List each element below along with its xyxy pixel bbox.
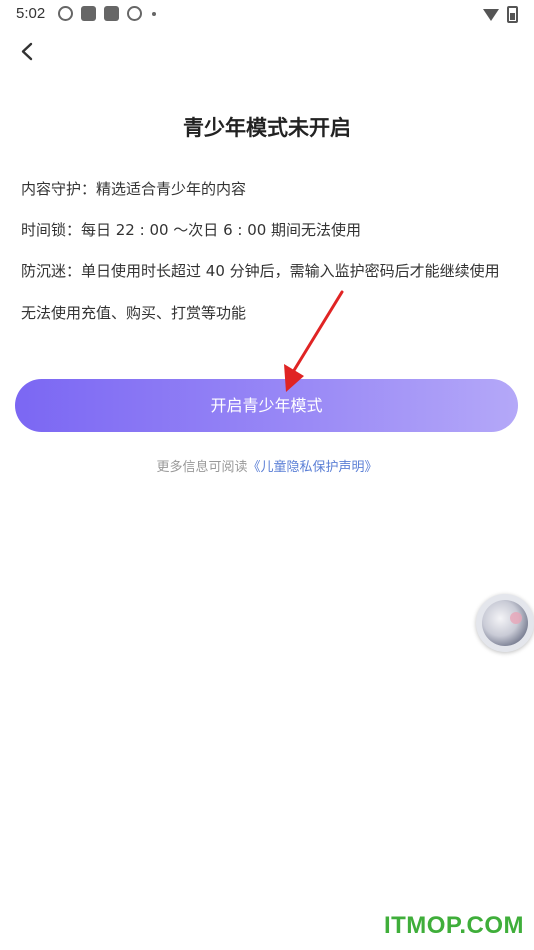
status-time: 5:02 xyxy=(16,5,46,22)
app-icon xyxy=(81,6,96,21)
app-icon xyxy=(104,6,119,21)
wifi-icon xyxy=(483,8,499,21)
back-button[interactable] xyxy=(14,36,42,66)
app-icon xyxy=(58,6,73,21)
floating-avatar-button[interactable] xyxy=(476,594,534,652)
chevron-left-icon xyxy=(21,42,33,61)
info-anti-addiction: 防沉迷：单日使用时长超过 40 分钟后，需输入监护密码后才能继续使用 xyxy=(21,262,500,280)
app-icon xyxy=(127,6,142,21)
blossom-decoration xyxy=(510,612,522,624)
watermark: ITMOP.COM xyxy=(383,912,524,939)
annotation-arrow-icon xyxy=(284,290,344,392)
more-info-text: 更多信息可阅读 xyxy=(156,460,248,475)
info-payment-disabled: 无法使用充值、购买、打赏等功能 xyxy=(21,304,247,322)
enable-teen-mode-button[interactable]: 开启青少年模式 xyxy=(15,379,518,432)
info-time-lock: 时间锁：每日 22 : 00 ～次日 6 : 00 期间无法使用 xyxy=(21,221,362,239)
battery-icon xyxy=(507,6,518,23)
screen: 5:02 青少年模式未开启 内容守护：精选适合青少年的内容 时间锁：每日 22 … xyxy=(0,0,534,950)
status-bar: 5:02 xyxy=(0,0,534,30)
more-info-line: 更多信息可阅读《儿童隐私保护声明》 xyxy=(0,456,534,475)
more-notifications-dot-icon xyxy=(152,11,156,16)
status-system-icons xyxy=(483,6,518,23)
privacy-statement-link[interactable]: 《儿童隐私保护声明》 xyxy=(248,460,378,475)
info-content-guard: 内容守护：精选适合青少年的内容 xyxy=(21,180,247,198)
avatar-icon xyxy=(482,600,528,646)
page-title: 青少年模式未开启 xyxy=(183,116,351,140)
status-notification-icons xyxy=(58,6,156,21)
